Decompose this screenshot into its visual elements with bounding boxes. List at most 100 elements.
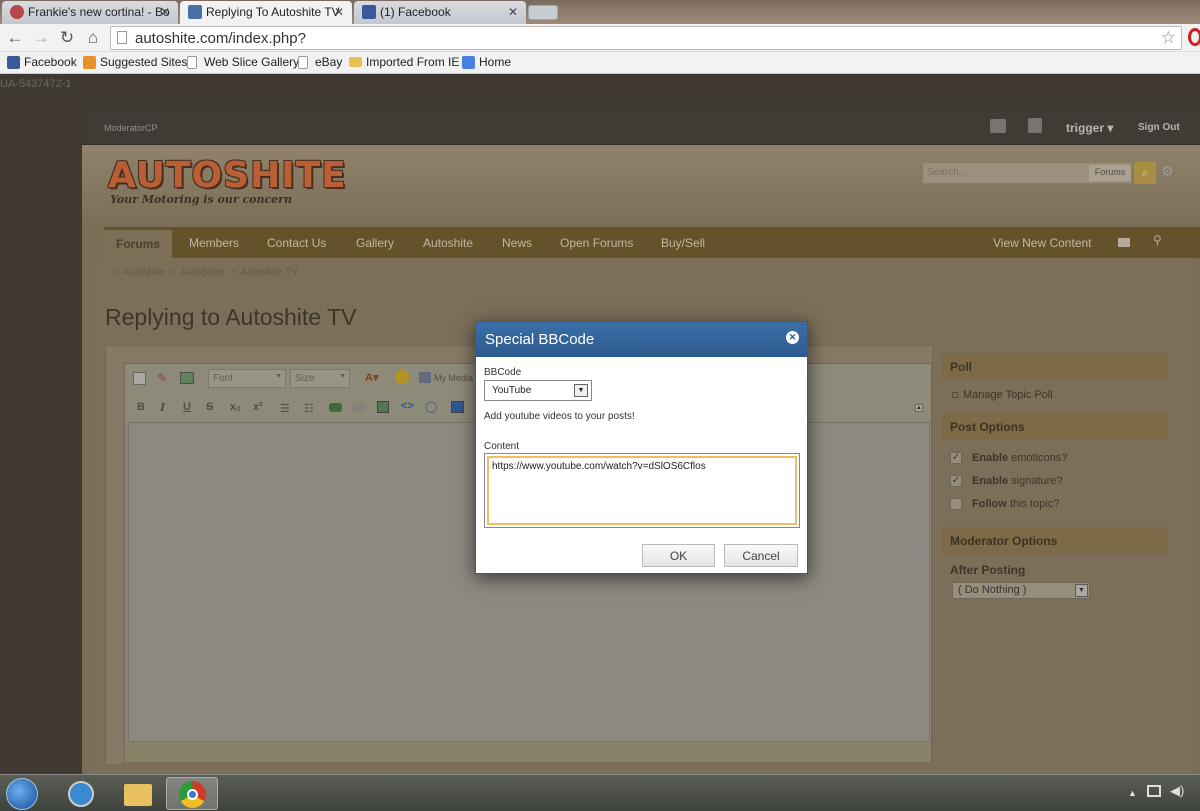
nav-view-new-content[interactable]: View New Content [993, 236, 1092, 250]
search-icon[interactable]: ⌕ [1134, 162, 1156, 184]
nav-forums[interactable]: Forums [104, 230, 172, 258]
tab-label: Replying To Autoshite TV [206, 5, 340, 19]
subscript-button[interactable]: x₂ [230, 401, 241, 413]
sign-out-link[interactable]: Sign Out [1138, 122, 1180, 133]
checkbox-checked-icon[interactable]: ✓ [950, 475, 962, 487]
nav-members[interactable]: Members [189, 236, 239, 250]
network-icon[interactable] [1147, 785, 1161, 797]
user-menu[interactable]: trigger ▾ [1066, 121, 1113, 135]
nav-buy-sell[interactable]: Buy/Sell [661, 236, 705, 250]
tab-label: Frankie's new cortina! - Bo [28, 5, 170, 19]
bbcode-select[interactable]: YouTube ▼ [484, 380, 592, 401]
facebook-icon [7, 56, 20, 69]
bookmark-item[interactable]: eBay [298, 55, 342, 69]
forward-arrow-icon[interactable]: → [31, 28, 51, 48]
close-icon[interactable]: ✕ [786, 331, 799, 344]
template-icon[interactable] [180, 372, 194, 384]
notifications-icon[interactable] [1028, 118, 1042, 133]
manage-poll-link[interactable]: Manage Topic Poll [952, 389, 1053, 401]
browser-tab[interactable]: Frankie's new cortina! - Bo ✕ [2, 1, 178, 24]
site-favicon-icon [188, 5, 202, 19]
caret-down-icon: ▼ [275, 373, 282, 380]
page-icon [117, 31, 127, 44]
suggested-sites-icon [83, 56, 96, 69]
bookmark-item[interactable]: Web Slice Gallery [187, 55, 299, 69]
cancel-button[interactable]: Cancel [724, 544, 798, 567]
image-icon[interactable] [377, 401, 389, 413]
close-tab-icon[interactable]: ✕ [334, 5, 344, 19]
reload-icon[interactable]: ↻ [57, 28, 77, 48]
breadcrumb-link[interactable]: Autoshite TV [241, 267, 298, 278]
start-button-icon[interactable] [6, 778, 38, 810]
bookmark-item[interactable]: Facebook [7, 55, 77, 69]
quote-icon[interactable]: ◯ [425, 400, 437, 413]
gear-icon[interactable]: ⚙ [1161, 163, 1174, 180]
italic-button[interactable]: I [160, 401, 165, 414]
option-signature[interactable]: ✓ Enable signature? [950, 475, 1063, 487]
media-icon[interactable] [419, 372, 431, 383]
search-scope[interactable]: Forums [1089, 165, 1131, 181]
eraser-icon[interactable]: ✎ [157, 371, 167, 385]
font-select[interactable]: Font ▼ [208, 369, 286, 388]
my-media-button[interactable]: My Media [434, 373, 473, 383]
bookmark-item[interactable]: Suggested Sites [83, 55, 187, 69]
taskbar-itunes[interactable] [56, 777, 108, 810]
bookmark-item[interactable]: Imported From IE [349, 55, 459, 69]
mail-icon[interactable] [1118, 238, 1130, 247]
browser-tab-active[interactable]: Replying To Autoshite TV ✕ [180, 1, 352, 24]
tray-expand-icon[interactable]: ▲ [1128, 788, 1137, 798]
resize-handle-icon[interactable]: ⋰ [918, 749, 928, 760]
source-icon[interactable] [133, 372, 146, 385]
new-tab-button[interactable] [528, 5, 558, 20]
nav-contact-us[interactable]: Contact Us [267, 236, 326, 250]
bold-button[interactable]: B [137, 401, 145, 413]
taskbar-chrome[interactable] [166, 777, 218, 810]
location-pin-icon[interactable]: ⚲ [1153, 233, 1162, 247]
volume-icon[interactable]: ◀) [1170, 783, 1184, 799]
star-bookmark-icon[interactable]: ☆ [1161, 28, 1176, 48]
superscript-button[interactable]: x² [253, 401, 263, 413]
underline-button[interactable]: U [183, 401, 191, 413]
browser-tab[interactable]: (1) Facebook ✕ [354, 1, 526, 24]
itunes-icon [68, 781, 94, 807]
site-logo[interactable]: AUTOSHITE [108, 155, 347, 196]
nav-news[interactable]: News [502, 236, 532, 250]
unlink-icon[interactable] [353, 403, 366, 412]
collapse-icon[interactable]: ▲ [915, 404, 923, 412]
nav-autoshite[interactable]: Autoshite [423, 236, 473, 250]
breadcrumb-link[interactable]: AutoShite [181, 267, 224, 278]
strikethrough-button[interactable]: S [206, 401, 213, 413]
extension-icon[interactable] [1188, 28, 1200, 46]
emoticon-icon[interactable] [395, 370, 409, 384]
home-icon[interactable]: ⌂ [83, 28, 103, 48]
address-bar[interactable]: autoshite.com/index.php? ☆ [110, 26, 1182, 50]
page-icon [187, 56, 197, 69]
ok-button[interactable]: OK [642, 544, 715, 567]
bookmark-item[interactable]: Home [462, 55, 511, 69]
code-icon[interactable]: <> [401, 400, 414, 412]
breadcrumb: > Autoshite > AutoShite > Autoshite TV [112, 267, 298, 278]
taskbar-explorer[interactable] [112, 777, 164, 810]
option-emoticons[interactable]: ✓ Enable emoticons? [950, 452, 1067, 464]
moderator-options-heading: Moderator Options [942, 527, 1168, 554]
bullet-list-icon[interactable]: ☰ [280, 402, 290, 415]
link-icon[interactable] [329, 403, 342, 412]
text-color-icon[interactable]: A▾ [365, 371, 378, 384]
option-follow-topic[interactable]: Follow this topic? [950, 498, 1059, 510]
content-textarea[interactable]: https://www.youtube.com/watch?v=dSlOS6Cf… [487, 456, 797, 525]
checkbox-unchecked-icon[interactable] [950, 498, 962, 510]
nav-open-forums[interactable]: Open Forums [560, 236, 633, 250]
breadcrumb-link[interactable]: Autoshite [123, 267, 165, 278]
checkbox-checked-icon[interactable]: ✓ [950, 452, 962, 464]
after-posting-select[interactable]: ( Do Nothing ) ▼ [952, 582, 1090, 599]
close-tab-icon[interactable]: ✕ [160, 5, 170, 19]
numbered-list-icon[interactable]: ☷ [304, 402, 314, 415]
close-tab-icon[interactable]: ✕ [508, 5, 518, 19]
size-select[interactable]: Size ▼ [290, 369, 350, 388]
back-arrow-icon[interactable]: ← [5, 28, 25, 48]
inbox-icon[interactable] [990, 119, 1006, 133]
special-bbcode-icon[interactable] [451, 401, 464, 413]
nav-gallery[interactable]: Gallery [356, 236, 394, 250]
search-input[interactable]: Search... Forums [922, 162, 1132, 184]
moderator-cp-link[interactable]: ModeratorCP [104, 123, 158, 133]
